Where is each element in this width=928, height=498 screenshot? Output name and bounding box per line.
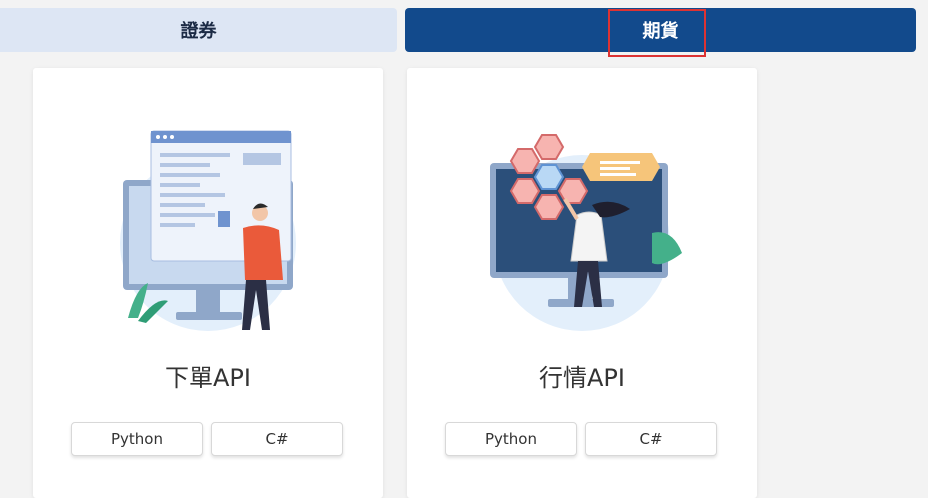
language-button-row: Python C# xyxy=(71,422,343,456)
quote-api-illustration xyxy=(490,134,682,331)
csharp-button[interactable]: C# xyxy=(585,422,717,456)
tab-futures[interactable]: 期貨 xyxy=(405,8,916,52)
python-button[interactable]: Python xyxy=(445,422,577,456)
card-title: 行情API xyxy=(539,364,625,392)
card-title: 下單API xyxy=(165,364,251,392)
quote-api-card: 行情API Python C# xyxy=(407,68,757,498)
python-button[interactable]: Python xyxy=(71,422,203,456)
order-api-card: 下單API Python C# xyxy=(33,68,383,498)
csharp-button[interactable]: C# xyxy=(211,422,343,456)
language-button-row: Python C# xyxy=(445,422,717,456)
tab-securities[interactable]: 證券 xyxy=(0,8,397,52)
order-api-illustration xyxy=(120,130,296,331)
